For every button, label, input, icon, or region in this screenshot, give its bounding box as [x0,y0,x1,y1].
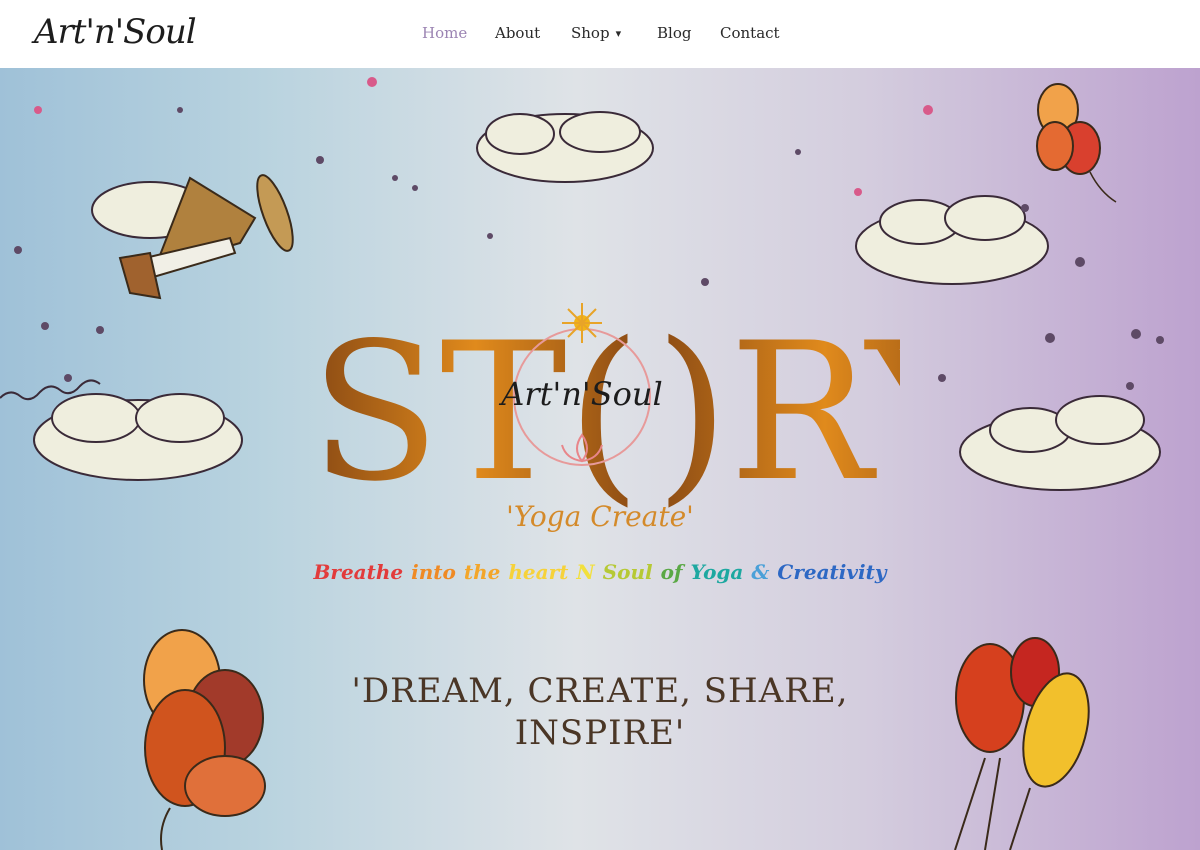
tagline-word: Breathe [313,560,404,584]
tagline-word: Creativity [777,560,887,584]
tagline-word: the [463,560,501,584]
tagline-word: Soul [602,560,653,584]
tagline-word: into [411,560,456,584]
cloud-icon [476,111,654,183]
sun-icon [562,303,602,343]
story-title-graphic: ST( )RY Art'n'Soul [310,302,900,513]
hero-subtitle: 'Yoga Create' [506,500,694,533]
tagline-word: of [660,560,683,584]
tagline-word: N [576,560,595,584]
nav-item-home[interactable]: Home [422,24,467,42]
nav-item-about[interactable]: About [495,24,540,42]
chevron-down-icon: ▾ [615,27,622,40]
nav-item-shop-label: Shop [571,24,610,42]
cloud-icon [33,393,243,481]
hero-tagline: Breathe into the heart N Soul of Yoga & Creativit… [0,560,1200,584]
balloon-icon [954,637,1090,850]
nav-item-blog[interactable]: Blog [657,24,691,42]
emblem-logo-text: Art'n'Soul [498,375,663,413]
motto-line-2: INSPIRE' [514,713,686,753]
tagline-word: & [751,560,770,584]
hero-banner: ST( )RY Art'n'Soul 'Yoga Create' Breathe… [0,68,1200,850]
nav-item-shop[interactable]: Shop ▾ [571,24,621,42]
site-header: Art'n'Soul Home About Shop ▾ Blog Contact [0,0,1200,68]
tagline-word: heart [508,560,569,584]
cloud-icon [855,195,1049,285]
balloon-icon [1036,83,1117,203]
tagline-word: Yoga [690,560,744,584]
motto-line-1: 'DREAM, CREATE, SHARE, [351,671,849,711]
main-navigation: Home About Shop ▾ Blog Contact [0,0,1200,68]
nav-item-contact[interactable]: Contact [720,24,780,42]
hero-motto: 'DREAM, CREATE, SHARE, INSPIRE' [300,670,900,754]
story-title-right: )RY [655,302,900,513]
cloud-icon [959,395,1161,491]
balloon-icon [143,629,266,850]
